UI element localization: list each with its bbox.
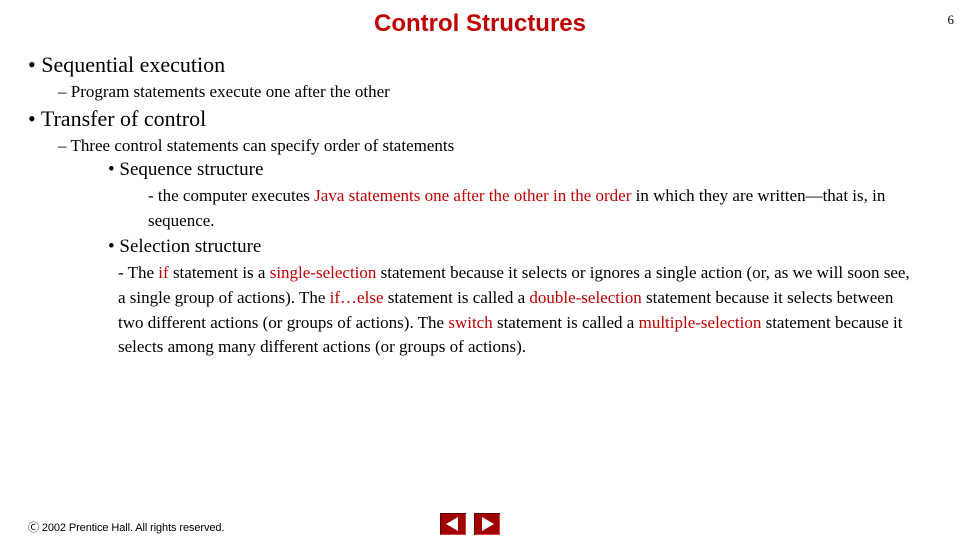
- footer: Ⓒ 2002 Prentice Hall. All rights reserve…: [28, 518, 932, 536]
- bullet-sequence-structure: Sequence structure: [108, 159, 940, 181]
- bullet-transfer-of-control: Transfer of control: [28, 106, 940, 132]
- next-button[interactable]: [474, 513, 500, 535]
- kw-if: if: [158, 263, 168, 282]
- prev-button[interactable]: [440, 513, 466, 535]
- t1: - The: [118, 263, 158, 282]
- nav-buttons: [438, 513, 502, 540]
- copyright-text: Ⓒ 2002 Prentice Hall. All rights reserve…: [28, 522, 224, 534]
- page-number: 6: [948, 12, 955, 28]
- bullet-selection-structure: Selection structure: [108, 236, 940, 258]
- text-sequence-structure-desc: - the computer executes Java statements …: [148, 184, 940, 233]
- t6: statement is called a: [493, 313, 639, 332]
- kw-double-selection: double-selection: [529, 288, 641, 307]
- slide-title: Control Structures: [0, 10, 960, 38]
- t4: statement is called a: [384, 288, 530, 307]
- bullet-sequential-execution: Sequential execution: [28, 52, 940, 78]
- bullet-sequential-execution-sub: Program statements execute one after the…: [58, 82, 940, 102]
- kw-multiple-selection: multiple-selection: [639, 313, 762, 332]
- text-seq-pre: - the computer executes: [148, 186, 314, 205]
- bullet-three-control-statements: Three control statements can specify ord…: [58, 136, 940, 156]
- kw-switch: switch: [448, 313, 492, 332]
- kw-if-else: if…else: [330, 288, 384, 307]
- slide-content: Sequential execution Program statements …: [0, 52, 960, 360]
- t2: statement is a: [169, 263, 270, 282]
- text-seq-red: Java statements one after the other in t…: [314, 186, 631, 205]
- kw-single-selection: single-selection: [270, 263, 377, 282]
- text-selection-structure-desc: - The if statement is a single-selection…: [118, 261, 918, 360]
